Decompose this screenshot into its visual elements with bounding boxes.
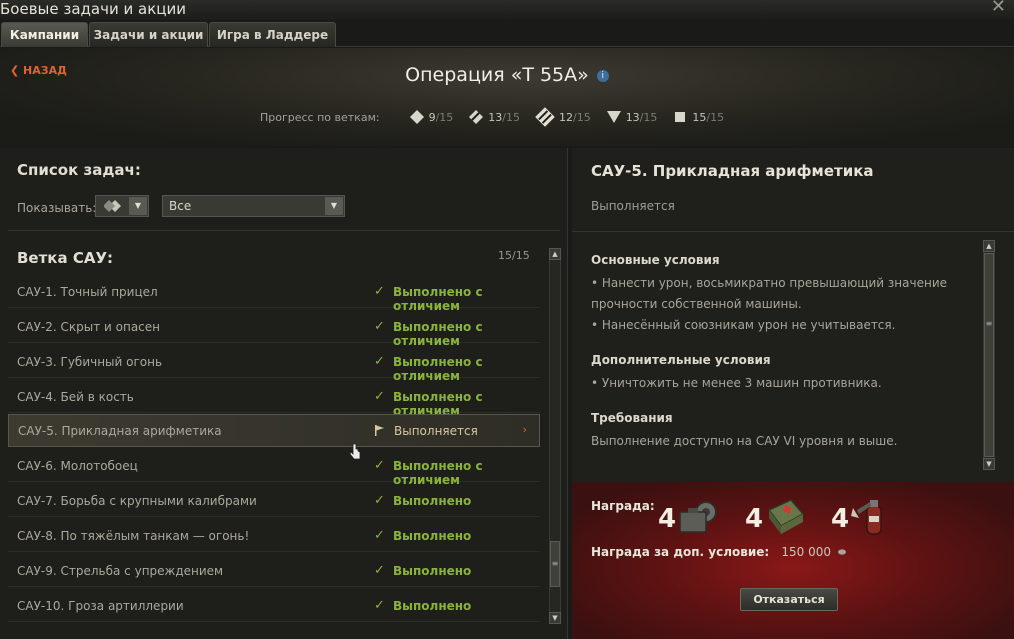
reward-count: 4: [745, 504, 764, 534]
scroll-up-icon[interactable]: ▲: [983, 240, 995, 252]
branch-counter: 15/15: [498, 249, 530, 262]
operation-header: ❮ НАЗАД Операция «Т 55А» i Прогресс по в…: [0, 48, 1014, 146]
check-icon: ✓: [374, 563, 385, 578]
task-detail-status: Выполняется: [591, 199, 675, 213]
branch-filter-select[interactable]: ▼: [95, 195, 149, 217]
check-icon: ✓: [374, 458, 385, 473]
details-scrollbar[interactable]: ▲ ≡ ▼: [983, 240, 995, 470]
fire-extinguisher-icon[interactable]: [849, 496, 893, 536]
task-list-scrollbar[interactable]: ▲ ≡ ▼: [549, 248, 561, 624]
task-list-panel: Список задач: Показывать: ▼ Все ▼ Ветка …: [0, 148, 568, 639]
branch-spg[interactable]: 15/15: [671, 108, 724, 126]
medium-tank-icon: [469, 110, 484, 124]
divider: [572, 231, 1014, 232]
show-label: Показывать:: [17, 201, 97, 215]
main-conditions-heading: Основные условия: [591, 253, 720, 267]
check-icon: ✓: [374, 528, 385, 543]
task-list-title: Список задач:: [17, 161, 141, 179]
task-row-selected[interactable]: САУ-5. Прикладная арифметика Выполняется…: [8, 414, 540, 447]
check-icon: ✓: [374, 493, 385, 508]
chevron-down-icon: ▼: [129, 197, 147, 215]
repair-kit-icon[interactable]: [676, 496, 720, 536]
requirement-1: Выполнение доступно на САУ VI уровня и в…: [591, 434, 898, 448]
operation-title: Операция «Т 55А» i: [0, 64, 1014, 86]
flag-icon: [375, 425, 384, 436]
first-aid-kit-icon[interactable]: [763, 496, 807, 536]
mouse-cursor-icon: [349, 443, 361, 460]
extra-reward: Награда за доп. условие: 150 000: [591, 545, 847, 559]
extra-conditions-heading: Дополнительные условия: [591, 353, 771, 367]
close-icon[interactable]: ✕: [991, 0, 1006, 16]
tab-campaigns[interactable]: Кампании: [1, 22, 88, 47]
window-title-bar: Боевые задачи и акции ✕: [0, 0, 1014, 20]
scroll-thumb[interactable]: ≡: [550, 541, 560, 587]
branch-medium-tank[interactable]: 13/15: [467, 108, 520, 126]
task-row[interactable]: САУ-8. По тяжёлым танкам — огонь! ✓ Выпо…: [8, 520, 540, 552]
check-icon: ✓: [374, 284, 385, 299]
main-condition-1: • Нанести урон, восьмикратно превышающий…: [591, 276, 948, 311]
credits-icon: [838, 549, 847, 555]
reward-count: 4: [831, 504, 850, 534]
reward-label: Награда:: [591, 499, 655, 513]
progress-label: Прогресс по веткам:: [260, 110, 380, 124]
light-tank-icon: [409, 110, 424, 124]
info-icon[interactable]: i: [596, 69, 609, 82]
tab-bar: Кампании Задачи и акции Игра в Ладдере: [0, 22, 1014, 47]
branch-title: Ветка САУ:: [17, 249, 114, 267]
main-condition-2: • Нанесённый союзникам урон не учитывает…: [591, 318, 896, 332]
chevron-right-icon: ›: [522, 423, 527, 436]
task-row[interactable]: САУ-7. Борьба с крупными калибрами ✓ Вып…: [8, 485, 540, 517]
scroll-down-icon[interactable]: ▼: [549, 612, 561, 624]
task-row[interactable]: САУ-1. Точный прицел ✓ Выполнено с отлич…: [8, 276, 540, 313]
extra-condition-1: • Уничтожить не менее 3 машин противника…: [591, 376, 882, 390]
branch-progress: Прогресс по веткам: 9/15 13/15 12/15 13/…: [260, 106, 738, 128]
scroll-thumb[interactable]: ≡: [984, 253, 994, 457]
task-row[interactable]: САУ-3. Губичный огонь ✓ Выполнено с отли…: [8, 346, 540, 383]
status-filter-select[interactable]: Все ▼: [162, 195, 345, 217]
check-icon: ✓: [374, 354, 385, 369]
task-conditions: Основные условия • Нанести урон, восьмик…: [591, 250, 981, 466]
reward-count: 4: [658, 504, 677, 534]
branch-tank-destroyer[interactable]: 13/15: [605, 108, 657, 126]
tab-tasks-and-actions[interactable]: Задачи и акции: [89, 22, 208, 47]
scroll-down-icon[interactable]: ▼: [983, 458, 995, 470]
td-icon: [606, 111, 621, 123]
heavy-tank-icon: [535, 107, 555, 127]
cancel-task-button[interactable]: Отказаться: [740, 588, 838, 611]
requirements-heading: Требования: [591, 411, 673, 425]
branch-light-tank[interactable]: 9/15: [408, 108, 453, 126]
check-icon: ✓: [374, 389, 385, 404]
chevron-down-icon: ▼: [325, 197, 343, 215]
branch-heavy-tank[interactable]: 12/15: [534, 106, 591, 128]
task-row[interactable]: САУ-10. Гроза артиллерии ✓ Выполнено: [8, 590, 540, 622]
task-row[interactable]: САУ-6. Молотобоец ✓ Выполнено с отличием: [8, 450, 540, 487]
divider: [8, 230, 560, 231]
spg-icon: [675, 112, 686, 122]
check-icon: ✓: [374, 319, 385, 334]
check-icon: ✓: [374, 598, 385, 613]
tab-ladder[interactable]: Игра в Ладдере: [209, 22, 336, 47]
window-title: Боевые задачи и акции: [0, 0, 186, 18]
task-row[interactable]: САУ-2. Скрыт и опасен ✓ Выполнено с отли…: [8, 311, 540, 348]
task-details-panel: САУ-5. Прикладная арифметика Выполняется…: [572, 148, 1014, 639]
scroll-up-icon[interactable]: ▲: [549, 248, 561, 260]
task-row[interactable]: САУ-4. Бей в кость ✓ Выполнено с отличие…: [8, 381, 540, 418]
reward-panel: Награда: 4 4 4 Награда за доп. условие:: [572, 482, 1014, 639]
task-row[interactable]: САУ-9. Стрельба с упреждением ✓ Выполнен…: [8, 555, 540, 587]
task-detail-title: САУ-5. Прикладная арифметика: [591, 162, 874, 180]
branch-filter-icon: [104, 200, 121, 212]
